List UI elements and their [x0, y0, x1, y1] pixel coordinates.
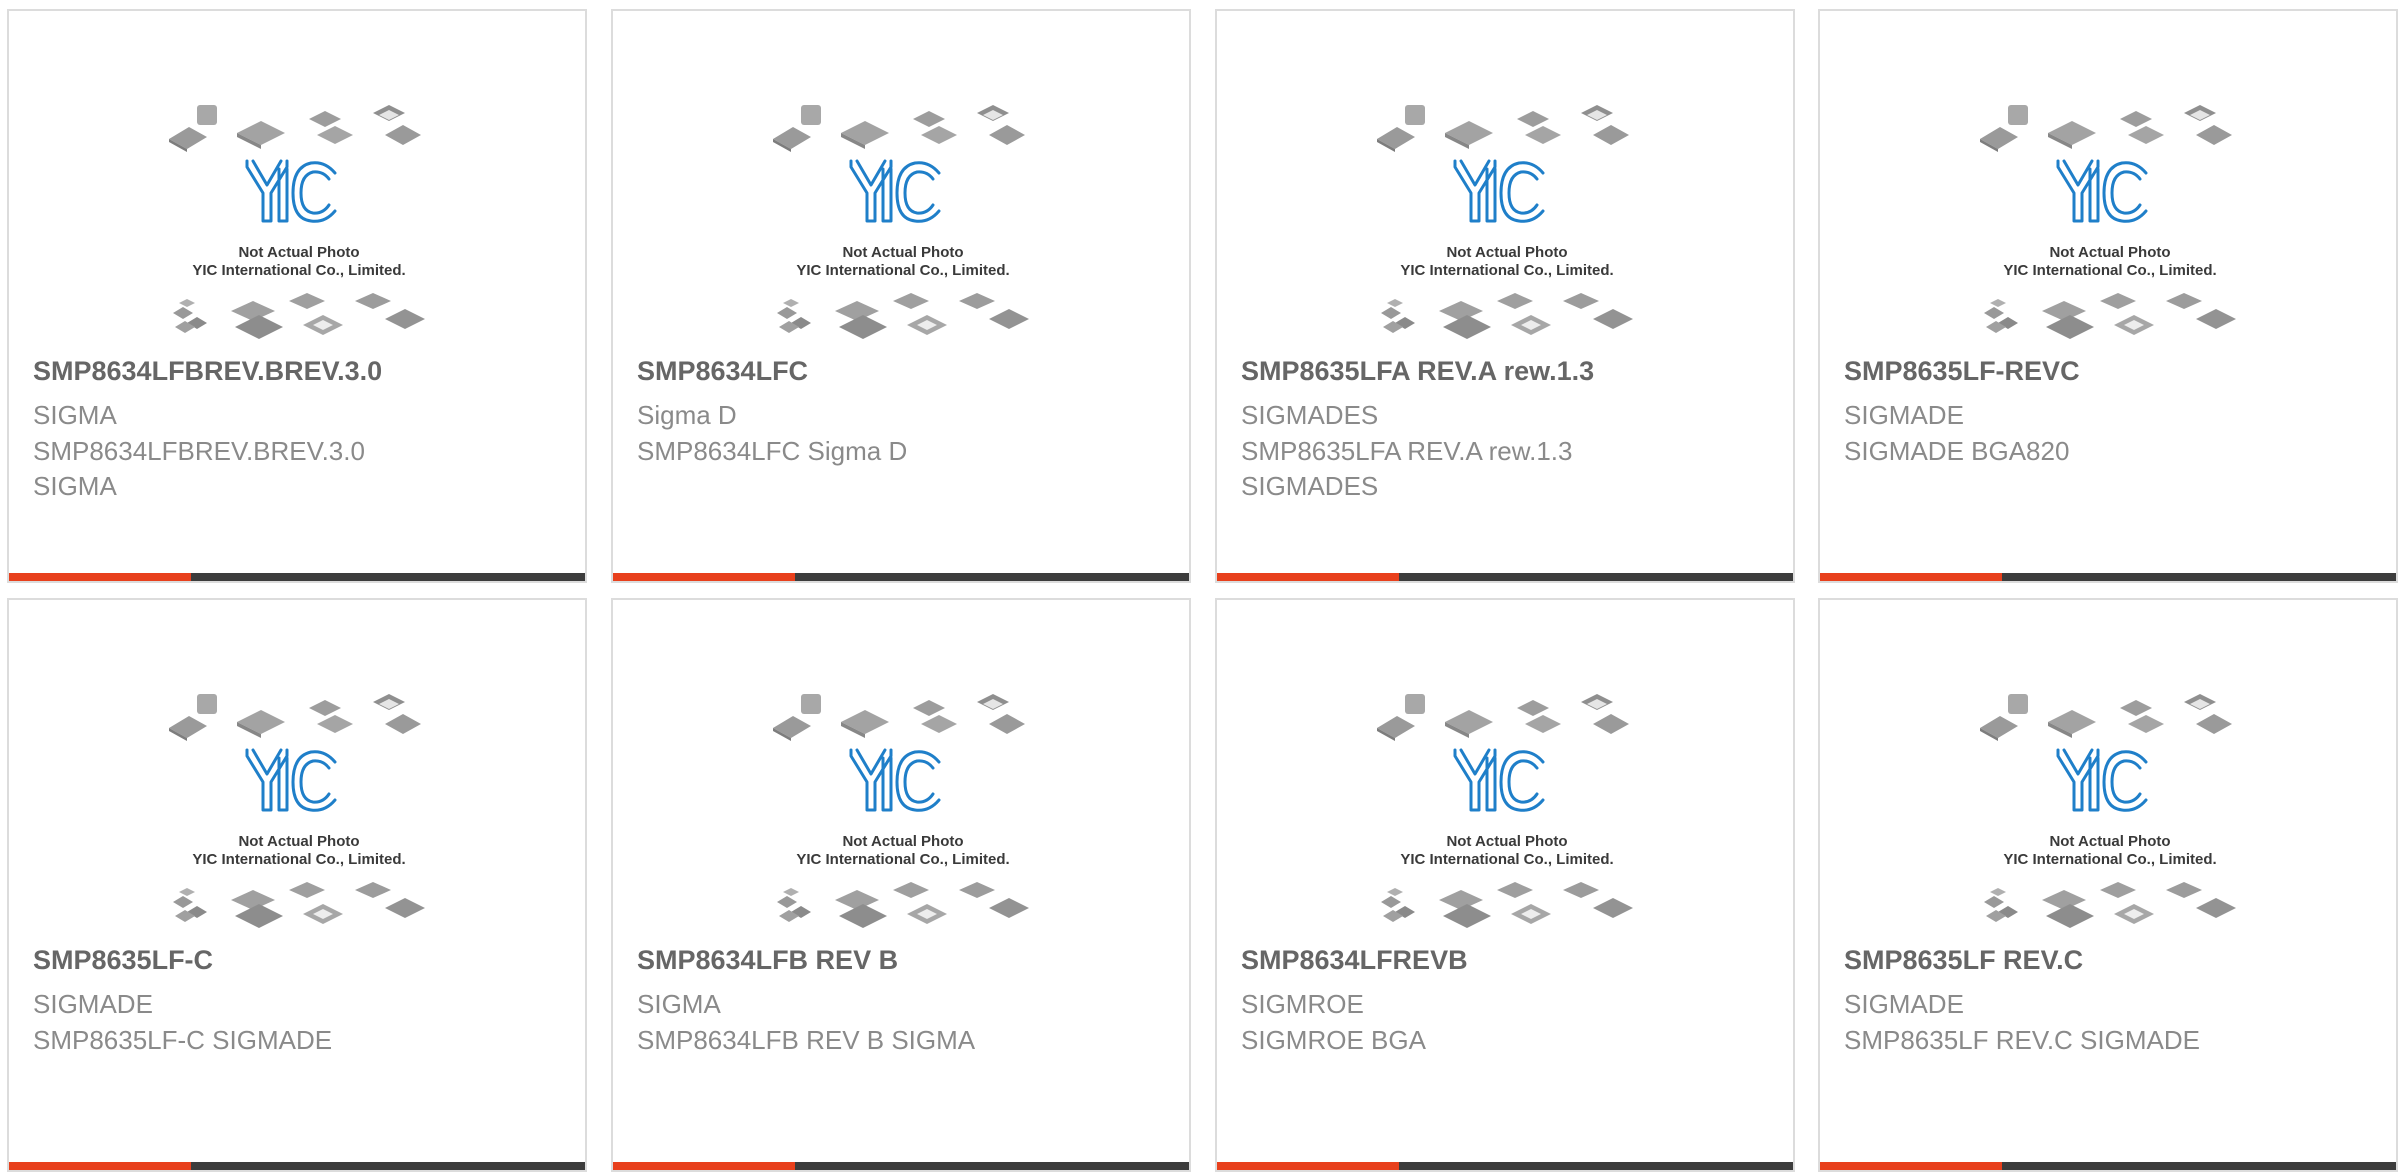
placeholder-caption-1: Not Actual Photo [2049, 244, 2170, 261]
card-accent-bar [9, 573, 585, 581]
placeholder-caption-1: Not Actual Photo [238, 833, 359, 850]
description-label: SIGMADE BGA820 [1844, 436, 2070, 466]
part-number[interactable]: SMP8634LFREVB [1241, 945, 1468, 976]
brand-label: Sigma D [637, 400, 737, 430]
description-label: SMP8634LFBREV.BREV.3.0 [33, 436, 365, 466]
card-accent-bar [1820, 573, 2396, 581]
placeholder-caption-1: Not Actual Photo [1446, 244, 1567, 261]
card-accent-bar [1217, 1162, 1793, 1170]
card-accent-bar [9, 1162, 585, 1170]
product-card[interactable]: Not Actual Photo YIC International Co., … [611, 598, 1191, 1172]
chip-placeholder-image: Not Actual Photo YIC International Co., … [771, 692, 1031, 930]
chip-placeholder-image: Not Actual Photo YIC International Co., … [1375, 103, 1635, 341]
placeholder-caption-2: YIC International Co., Limited. [796, 262, 1009, 279]
placeholder-caption-1: Not Actual Photo [1446, 833, 1567, 850]
brand-label: SIGMA [33, 400, 117, 430]
placeholder-caption-2: YIC International Co., Limited. [192, 851, 405, 868]
card-accent-bar [613, 1162, 1189, 1170]
description-label: SMP8634LFB REV B SIGMA [637, 1025, 976, 1055]
product-card[interactable]: Not Actual Photo YIC International Co., … [611, 9, 1191, 583]
product-card[interactable]: Not Actual Photo YIC International Co., … [7, 598, 587, 1172]
placeholder-caption-1: Not Actual Photo [2049, 833, 2170, 850]
description-label: SIGMROE BGA [1241, 1025, 1426, 1055]
part-number[interactable]: SMP8634LFB REV B [637, 945, 898, 976]
chip-placeholder-image: Not Actual Photo YIC International Co., … [1375, 692, 1635, 930]
chip-placeholder-image: Not Actual Photo YIC International Co., … [1978, 692, 2238, 930]
brand-label: SIGMADE [1844, 989, 1964, 1019]
placeholder-caption-1: Not Actual Photo [842, 244, 963, 261]
placeholder-photo: Not Actual Photo YIC International Co., … [1367, 690, 1647, 940]
product-card[interactable]: Not Actual Photo YIC International Co., … [1215, 598, 1795, 1172]
card-accent-bar [1820, 1162, 2396, 1170]
part-number[interactable]: SMP8635LFA REV.A rew.1.3 [1241, 356, 1594, 387]
placeholder-caption-2: YIC International Co., Limited. [1400, 851, 1613, 868]
description-label: SMP8635LF-C SIGMADE [33, 1025, 333, 1055]
description-label-2: SIGMA [33, 471, 117, 501]
placeholder-photo: Not Actual Photo YIC International Co., … [1970, 690, 2250, 940]
chip-placeholder-image: Not Actual Photo YIC International Co., … [167, 692, 427, 930]
description-label-2: SIGMADES [1241, 471, 1379, 501]
part-number[interactable]: SMP8635LF REV.C [1844, 945, 2083, 976]
product-card[interactable]: Not Actual Photo YIC International Co., … [1818, 598, 2398, 1172]
placeholder-caption-2: YIC International Co., Limited. [2003, 851, 2216, 868]
placeholder-caption-2: YIC International Co., Limited. [796, 851, 1009, 868]
part-number[interactable]: SMP8635LF-C [33, 945, 213, 976]
product-card[interactable]: Not Actual Photo YIC International Co., … [1818, 9, 2398, 583]
product-card[interactable]: Not Actual Photo YIC International Co., … [1215, 9, 1795, 583]
card-accent-bar [1217, 573, 1793, 581]
brand-label: SIGMADE [1844, 400, 1964, 430]
brand-label: SIGMADES [1241, 400, 1379, 430]
description-label: SMP8634LFC Sigma D [637, 436, 908, 466]
placeholder-photo: Not Actual Photo YIC International Co., … [1367, 101, 1647, 351]
description-label: SMP8635LFA REV.A rew.1.3 [1241, 436, 1573, 466]
chip-placeholder-image: Not Actual Photo YIC International Co., … [771, 103, 1031, 341]
placeholder-caption-2: YIC International Co., Limited. [2003, 262, 2216, 279]
part-number[interactable]: SMP8635LF-REVC [1844, 356, 2080, 387]
placeholder-photo: Not Actual Photo YIC International Co., … [763, 101, 1043, 351]
placeholder-photo: Not Actual Photo YIC International Co., … [159, 690, 439, 940]
chip-placeholder-image: Not Actual Photo YIC International Co., … [167, 103, 427, 341]
description-label: SMP8635LF REV.C SIGMADE [1844, 1025, 2200, 1055]
product-grid: Not Actual Photo YIC International Co., … [0, 0, 2400, 1172]
placeholder-photo: Not Actual Photo YIC International Co., … [763, 690, 1043, 940]
part-number[interactable]: SMP8634LFC [637, 356, 808, 387]
chip-placeholder-image: Not Actual Photo YIC International Co., … [1978, 103, 2238, 341]
card-accent-bar [613, 573, 1189, 581]
placeholder-caption-2: YIC International Co., Limited. [1400, 262, 1613, 279]
placeholder-caption-1: Not Actual Photo [842, 833, 963, 850]
brand-label: SIGMADE [33, 989, 153, 1019]
product-card[interactable]: Not Actual Photo YIC International Co., … [7, 9, 587, 583]
placeholder-photo: Not Actual Photo YIC International Co., … [1970, 101, 2250, 351]
placeholder-caption-1: Not Actual Photo [238, 244, 359, 261]
brand-label: SIGMA [637, 989, 721, 1019]
placeholder-caption-2: YIC International Co., Limited. [192, 262, 405, 279]
brand-label: SIGMROE [1241, 989, 1364, 1019]
placeholder-photo: Not Actual Photo YIC International Co., … [159, 101, 439, 351]
part-number[interactable]: SMP8634LFBREV.BREV.3.0 [33, 356, 382, 387]
